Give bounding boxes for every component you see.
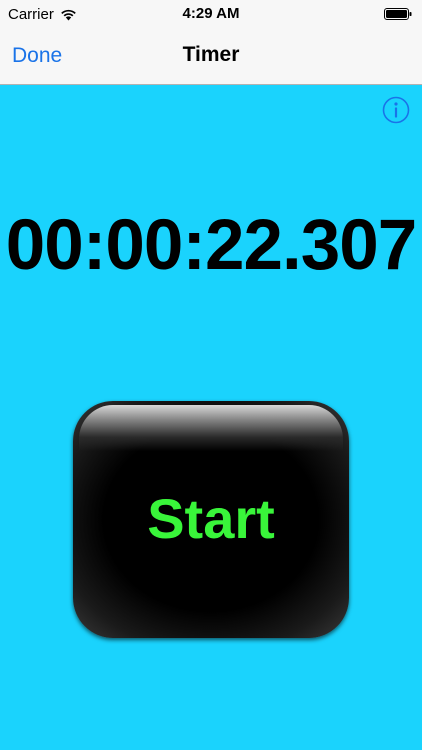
done-button[interactable]: Done	[12, 44, 62, 68]
battery-icon	[384, 8, 412, 20]
status-bar: Carrier 4:29 AM	[0, 0, 422, 28]
navigation-bar: Done Timer	[0, 28, 422, 85]
status-time: 4:29 AM	[182, 5, 240, 22]
start-button[interactable]: Start	[73, 401, 349, 638]
page-title: Timer	[182, 43, 240, 66]
timer-display: 00:00:22.307	[5, 206, 417, 285]
info-icon[interactable]	[382, 96, 410, 124]
start-button-gloss	[79, 405, 343, 451]
start-button-label: Start	[147, 487, 275, 550]
